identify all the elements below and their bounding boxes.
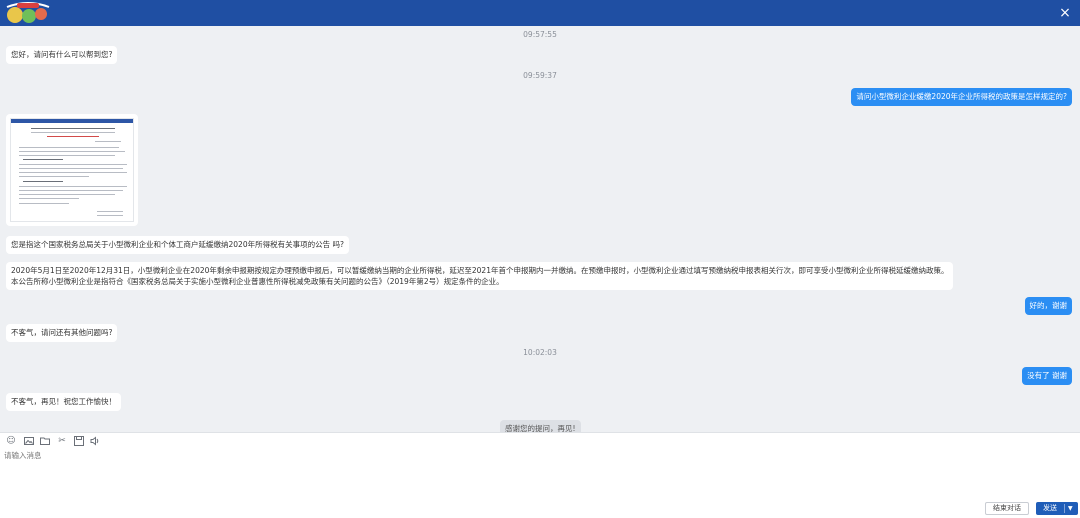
input-toolbar: ☺ ✂: [0, 432, 1080, 448]
agent-message: 您好，请问有什么可以帮到您?: [6, 46, 118, 64]
agent-message-line: 本公告所称小型微利企业是指符合《国家税务总局关于实施小型微利企业普惠性所得税减免…: [11, 277, 504, 286]
agent-message: 不客气，再见！祝您工作愉快！: [6, 393, 121, 411]
agent-message: 不客气，请问还有其他问题吗?: [6, 324, 118, 342]
scissors-icon[interactable]: ✂: [57, 436, 67, 446]
timestamp: 09:57:55: [523, 30, 557, 39]
send-button-label: 发送: [1043, 504, 1057, 512]
user-message: 请问小型微利企业缓缴2020年企业所得税的政策是怎样规定的?: [851, 88, 1072, 106]
end-chat-button[interactable]: 结束对话: [985, 502, 1029, 515]
timestamp: 09:59:37: [523, 71, 557, 80]
emoji-icon[interactable]: ☺: [6, 436, 16, 446]
agent-message: 2020年5月1日至2020年12月31日，小型微利企业在2020年剩余申报期按…: [6, 262, 954, 290]
message-input[interactable]: [4, 450, 964, 502]
app-header: ×: [0, 0, 1080, 26]
logo-icon: [6, 2, 50, 23]
input-area: [0, 448, 1080, 518]
document-image-message[interactable]: [6, 114, 138, 226]
chat-area[interactable]: 09:57:55 您好，请问有什么可以帮到您? 09:59:37 请问小型微利企…: [0, 26, 1080, 438]
document-thumbnail[interactable]: [10, 118, 134, 222]
voice-icon[interactable]: [90, 436, 100, 446]
folder-icon[interactable]: [40, 436, 50, 446]
send-button[interactable]: 发送 ▼: [1036, 502, 1078, 515]
image-icon[interactable]: [24, 436, 34, 446]
agent-message-line: 2020年5月1日至2020年12月31日，小型微利企业在2020年剩余申报期按…: [11, 266, 949, 275]
save-icon[interactable]: [74, 436, 84, 446]
user-message: 没有了 谢谢: [1022, 367, 1072, 385]
user-message: 好的，谢谢: [1024, 297, 1072, 315]
send-options-caret-icon[interactable]: ▼: [1068, 502, 1073, 515]
close-button[interactable]: ×: [1056, 4, 1074, 22]
agent-message: 您是指这个国家税务总局关于小型微利企业和个体工商户延缓缴纳2020年所得税有关事…: [6, 236, 349, 254]
timestamp: 10:02:03: [523, 348, 557, 357]
